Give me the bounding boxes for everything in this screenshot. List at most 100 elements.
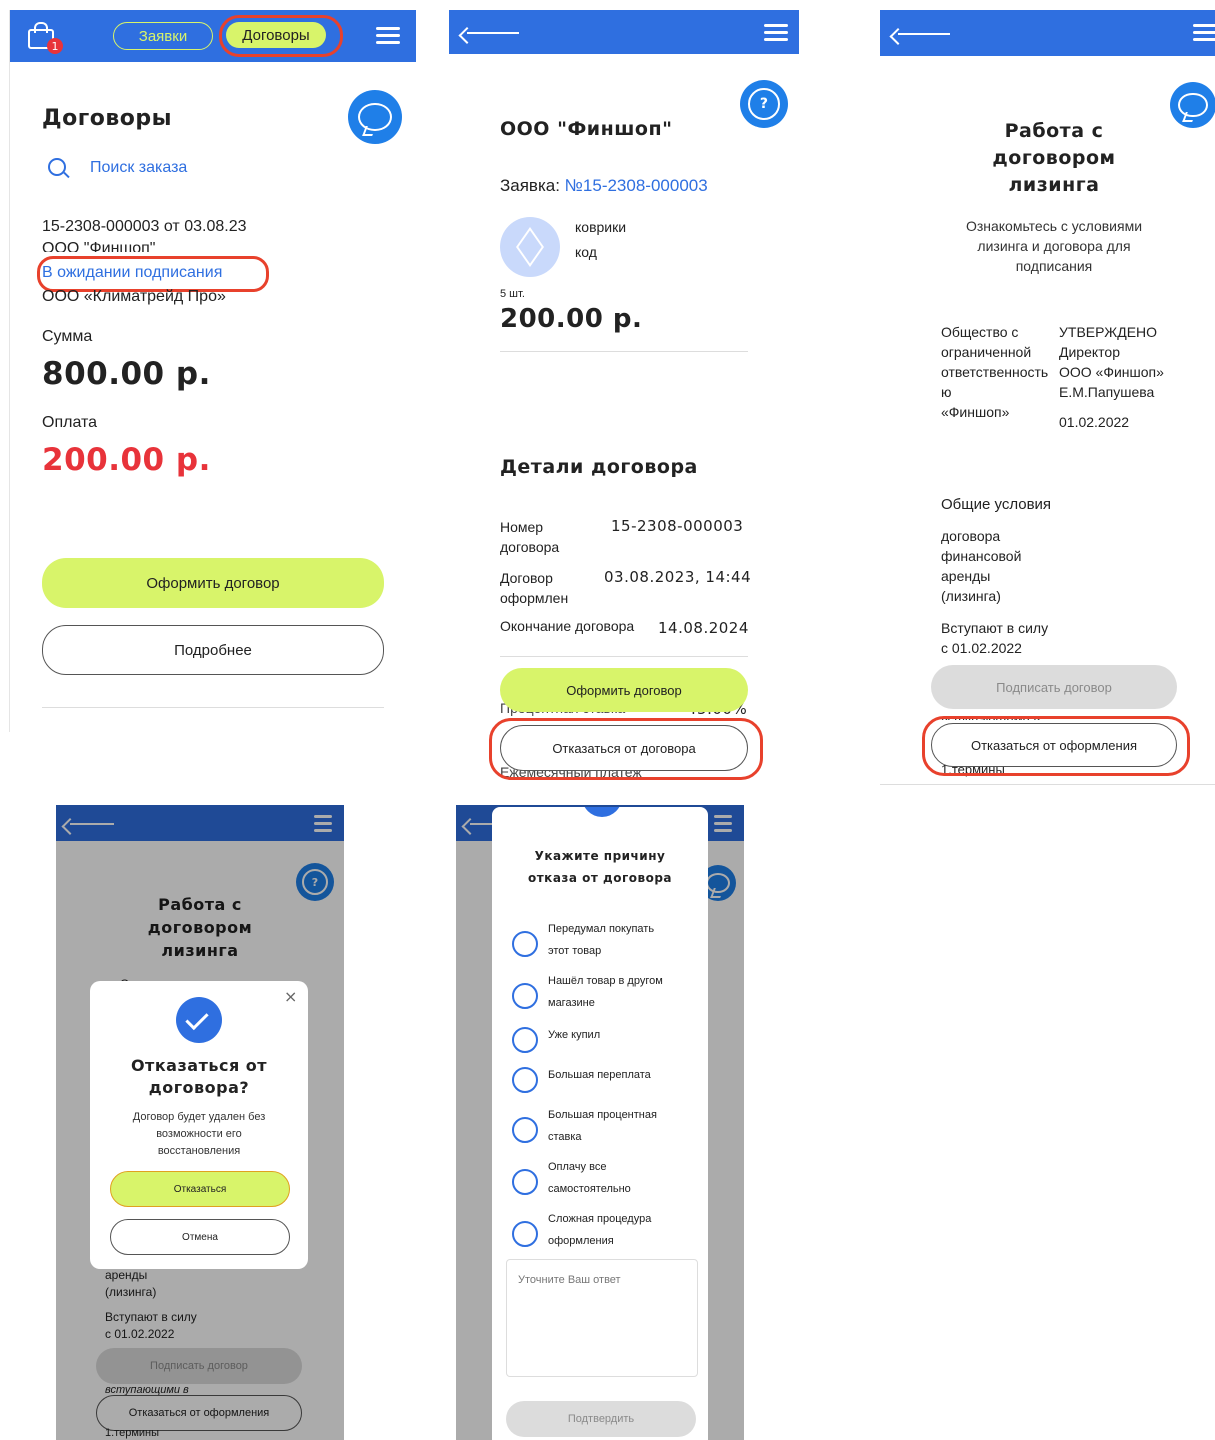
reason-label-line2: оформления (548, 1235, 614, 1247)
chat-icon[interactable] (1170, 82, 1215, 128)
org-name: ООО "Финшоп" (42, 240, 156, 252)
tab-requests[interactable]: Заявки (113, 22, 213, 50)
search-input[interactable]: Поиск заказа (90, 159, 187, 177)
highlight-contracts-tab (219, 15, 343, 57)
cancel-button[interactable]: Отмена (110, 1219, 290, 1255)
reason-label: Сложная процедура (548, 1213, 652, 1225)
sign-contract-button[interactable]: Оформить договор (42, 558, 384, 608)
product-price: 200.00 р. (500, 304, 643, 334)
row-end-value: 14.08.2024 (658, 619, 749, 637)
page-title: Договоры (42, 106, 172, 131)
row-date-label: Договор оформлен (500, 570, 569, 606)
reason-option[interactable]: Уже купил (492, 1027, 708, 1071)
product-qty: 5 шт. (500, 288, 525, 300)
panel-refuse-reason: Укажите причину отказа от договора Переду… (456, 805, 744, 1440)
pay-label: Оплата (42, 414, 98, 431)
pay-value: 200.00 р. (42, 442, 211, 478)
order-line: 15-2308-000003 от 03.08.23 (42, 218, 247, 235)
request-line: Заявка: №15-2308-000003 (500, 176, 708, 196)
back-arrow-icon[interactable] (898, 33, 950, 35)
cart-icon[interactable]: 1 (28, 22, 63, 54)
radio-button[interactable] (512, 1221, 538, 1247)
confirm-refuse-button[interactable]: Отказаться (110, 1171, 290, 1207)
chat-icon[interactable] (348, 90, 402, 144)
cart-badge: 1 (47, 38, 63, 54)
radio-button[interactable] (512, 931, 538, 957)
divider (500, 351, 748, 352)
reason-label: Передумал покупать (548, 923, 655, 935)
details-title: Детали договора (500, 456, 698, 478)
reason-option[interactable]: Нашёл товар в другом магазине (492, 975, 708, 1021)
sign-contract-button[interactable]: Оформить договор (500, 668, 748, 712)
row-end-label: Окончание договора (500, 618, 635, 634)
reason-label: Уже купил (548, 1029, 601, 1041)
approval-block: УТВЕРЖДЕНО Директор ООО «Финшоп» Е.М.Папуше… (1059, 324, 1164, 400)
row-date-value: 03.08.2023, 14:44 (604, 568, 752, 586)
divider (880, 784, 1215, 785)
highlight-refuse (922, 716, 1190, 776)
reason-option[interactable]: Большая переплата (492, 1067, 708, 1111)
modal-title: Укажите причину отказа от договора (527, 849, 673, 885)
reason-label: Большая процентная (548, 1109, 657, 1121)
sum-value: 800.00 р. (42, 356, 211, 392)
reason-modal: Укажите причину отказа от договора Переду… (492, 807, 708, 1440)
submit-button[interactable]: Подтвердить (506, 1401, 696, 1437)
page-title: Работа с договором лизинга (992, 120, 1116, 196)
top-bar (880, 10, 1215, 56)
highlight-status (37, 256, 269, 292)
reason-label-line2: самостоятельно (548, 1183, 631, 1195)
divider (42, 707, 384, 708)
sign-contract-button[interactable]: Подписать договор (931, 665, 1177, 709)
general-terms: Общие условия (941, 496, 1052, 513)
check-icon (176, 997, 222, 1043)
radio-button[interactable] (512, 1117, 538, 1143)
reason-label-line2: этот товар (548, 945, 602, 957)
details-button[interactable]: Подробнее (42, 625, 384, 675)
reason-option[interactable]: Большая процентная ставка (492, 1109, 708, 1155)
radio-button[interactable] (512, 983, 538, 1009)
company-left-block: Общество с ограниченной ответственность ю «Ф… (941, 324, 1049, 420)
reason-option[interactable]: Передумал покупать этот товар (492, 923, 708, 969)
radio-button[interactable] (512, 1169, 538, 1195)
clarify-placeholder: Уточните Ваш ответ (518, 1274, 621, 1286)
menu-icon[interactable] (1193, 24, 1215, 42)
company-name: ООО "Финшоп" (500, 118, 673, 140)
product-icon (500, 217, 560, 277)
request-label: Заявка: (500, 176, 565, 195)
panel-contracts-list: 1 Заявки Договоры Договоры Поиск заказа … (9, 10, 416, 732)
modal-top-icon (582, 807, 622, 817)
reason-label: Большая переплата (548, 1069, 651, 1081)
seller-name: ООО «Климатрейд Про» (42, 288, 226, 305)
top-bar: 1 Заявки Договоры (10, 10, 416, 62)
panel-refuse-dialog: ? Работа сдоговоромлизинга Ознакомьтесь … (56, 805, 344, 1440)
reason-option[interactable]: Оплачу все самостоятельно (492, 1161, 708, 1207)
clarify-textarea[interactable]: Уточните Ваш ответ (506, 1259, 698, 1377)
back-arrow-icon[interactable] (467, 32, 519, 34)
panel-leasing-work: Работа с договором лизинга Ознакомьтесь с … (880, 10, 1215, 786)
reason-label: Нашёл товар в другом (548, 975, 663, 987)
top-bar (449, 10, 799, 54)
help-icon[interactable]: ? (740, 80, 788, 128)
radio-button[interactable] (512, 1027, 538, 1053)
menu-icon[interactable] (376, 27, 400, 45)
menu-icon[interactable] (764, 24, 788, 42)
reason-option[interactable]: Сложная процедура оформления (492, 1213, 708, 1259)
search-icon[interactable] (48, 158, 70, 179)
reason-label-line2: магазине (548, 997, 595, 1009)
divider (500, 656, 748, 657)
effective-date: Вступают в силу с 01.02.2022 (941, 620, 1049, 656)
close-icon[interactable]: × (284, 987, 297, 1006)
product-code: код (575, 244, 597, 260)
row-number-value: 15-2308-000003 (611, 517, 744, 535)
radio-button[interactable] (512, 1067, 538, 1093)
product-name: коврики (575, 219, 627, 235)
modal-text: Договор будет удален без возможности его в… (132, 1111, 266, 1157)
approval-date: 01.02.2022 (1059, 414, 1130, 430)
page-subtitle: Ознакомьтесь с условиями лизинга и догово… (965, 218, 1143, 274)
reason-label-line2: ставка (548, 1131, 582, 1143)
reason-label: Оплачу все (548, 1161, 607, 1173)
panel-contract-details: ? ООО "Финшоп" Заявка: №15-2308-000003 к… (449, 10, 799, 790)
request-number-link[interactable]: №15-2308-000003 (565, 176, 708, 195)
modal-title: Отказаться от договора? (130, 1056, 268, 1097)
refuse-modal: × Отказаться от договора? Договор будет у… (90, 981, 308, 1269)
